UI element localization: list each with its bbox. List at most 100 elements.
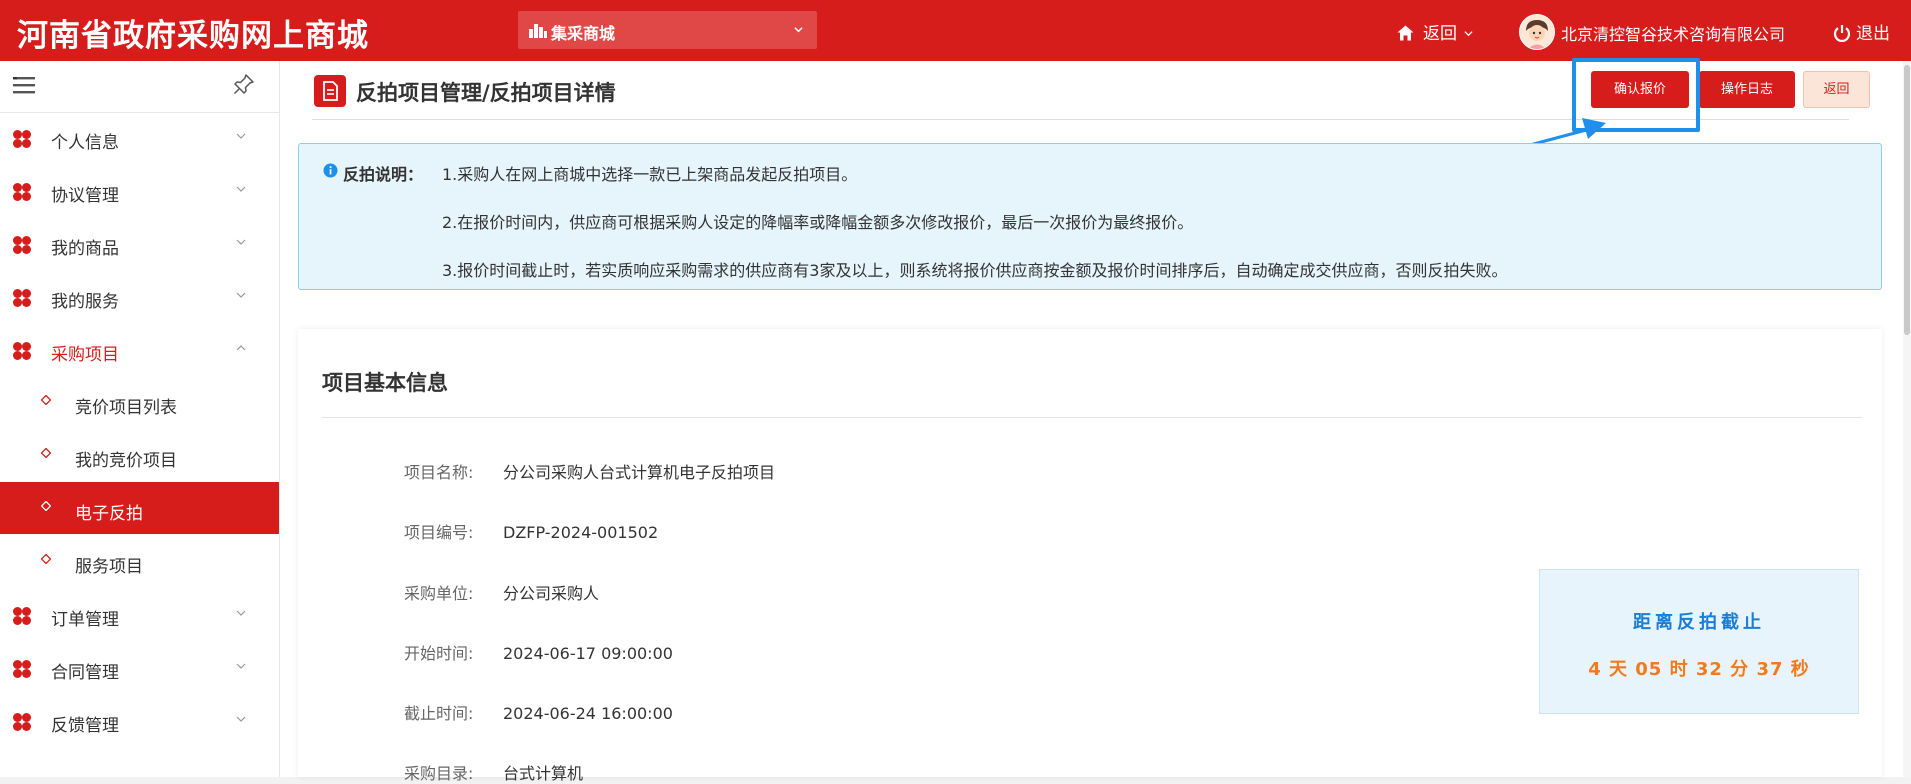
sidebar-item-feedback[interactable]: 反馈管理 <box>0 694 279 746</box>
title-divider <box>312 119 1849 120</box>
reverse-auction-notice: 反拍说明： 1.采购人在网上商城中选择一款已上架商品发起反拍项目。 2.在报价时… <box>298 143 1882 290</box>
diamond-icon <box>41 554 51 564</box>
info-icon <box>323 163 338 178</box>
section-title: 项目基本信息 <box>322 371 448 395</box>
notice-line: 2.在报价时间内，供应商可根据采购人设定的降幅率或降幅金额多次修改报价，最后一次… <box>442 213 1194 232</box>
chevron-down-icon <box>236 716 246 722</box>
sidebar-subitem-label: 竞价项目列表 <box>75 398 177 418</box>
sidebar-subitem-label: 电子反拍 <box>75 504 143 524</box>
field-label: 开始时间: <box>404 644 474 663</box>
chevron-down-icon <box>236 663 246 669</box>
field-start-time: 开始时间: 2024-06-17 09:00:00 <box>404 640 673 664</box>
countdown-title: 距离反拍截止 <box>1633 612 1765 633</box>
field-value: 2024-06-24 16:00:00 <box>503 704 673 723</box>
power-icon <box>1833 25 1851 42</box>
clover-icon <box>13 183 31 201</box>
notice-line: 3.报价时间截止时，若实质响应采购需求的供应商有3家及以上，则系统将报价供应商按… <box>442 261 1508 280</box>
countdown-time: 4 天 05 时 32 分 37 秒 <box>1588 659 1810 680</box>
sidebar-subitem-service-projects[interactable]: 服务项目 <box>0 535 279 587</box>
sidebar-item-procurement[interactable]: 采购项目 <box>0 323 279 375</box>
section-divider <box>322 417 1862 418</box>
logout-button[interactable]: 退出 <box>1833 19 1890 44</box>
field-purchaser: 采购单位: 分公司采购人 <box>404 580 599 604</box>
sidebar-subitem-reverse-auction[interactable]: 电子反拍 <box>0 482 279 534</box>
sidebar-item-label: 我的服务 <box>51 292 119 312</box>
clover-icon <box>13 236 31 254</box>
field-label: 采购单位: <box>404 584 474 603</box>
sidebar: 个人信息 协议管理 我的商品 我的服务 采购项目 竞价项目列表 我的竞价项目 电… <box>0 61 280 777</box>
notice-line: 1.采购人在网上商城中选择一款已上架商品发起反拍项目。 <box>442 165 858 184</box>
sidebar-item-orders[interactable]: 订单管理 <box>0 588 279 640</box>
pin-icon[interactable] <box>233 73 255 95</box>
notice-label: 反拍说明： <box>343 165 424 184</box>
chevron-down-icon <box>236 133 246 139</box>
chevron-down-icon <box>794 27 803 33</box>
avatar[interactable] <box>1519 14 1555 50</box>
sidebar-subitem-bid-list[interactable]: 竞价项目列表 <box>0 376 279 428</box>
field-value: 分公司采购人台式计算机电子反拍项目 <box>503 463 776 482</box>
sidebar-item-label: 合同管理 <box>51 663 119 683</box>
top-bar: 河南省政府采购网上商城 集采商城 返回 北京清控智谷技术咨询有限公司 退出 <box>0 0 1911 61</box>
logout-label: 退出 <box>1856 24 1890 44</box>
site-logo[interactable]: 河南省政府采购网上商城 <box>17 10 369 55</box>
clover-icon <box>13 289 31 307</box>
field-value: DZFP-2024-001502 <box>503 523 659 542</box>
chevron-down-icon <box>236 186 246 192</box>
sidebar-item-agreement[interactable]: 协议管理 <box>0 164 279 216</box>
clover-icon <box>13 130 31 148</box>
field-label: 项目编号: <box>404 523 474 542</box>
field-catalog: 采购目录: 台式计算机 <box>404 760 583 784</box>
field-label: 采购目录: <box>404 764 474 783</box>
top-back-label: 返回 <box>1423 24 1457 44</box>
field-value: 2024-06-17 09:00:00 <box>503 644 673 663</box>
clover-icon <box>13 713 31 731</box>
mall-select[interactable]: 集采商城 <box>518 11 817 49</box>
countdown-panel: 距离反拍截止 4 天 05 时 32 分 37 秒 <box>1539 569 1859 714</box>
mall-select-value: 集采商城 <box>551 24 616 43</box>
diamond-icon <box>41 395 51 405</box>
clover-icon <box>13 660 31 678</box>
sidebar-item-label: 反馈管理 <box>51 716 119 736</box>
operation-log-button[interactable]: 操作日志 <box>1699 71 1795 108</box>
menu-icon[interactable] <box>13 75 35 95</box>
sidebar-item-my-services[interactable]: 我的服务 <box>0 270 279 322</box>
back-button[interactable]: 返回 <box>1803 71 1870 108</box>
field-value: 分公司采购人 <box>503 584 600 603</box>
sidebar-toolbar <box>0 61 279 113</box>
chevron-up-icon <box>236 345 246 351</box>
sidebar-item-my-products[interactable]: 我的商品 <box>0 217 279 269</box>
avatar-image <box>1520 15 1554 49</box>
chevron-down-icon <box>236 610 246 616</box>
confirm-quote-button[interactable]: 确认报价 <box>1591 71 1689 108</box>
sidebar-subitem-label: 我的竞价项目 <box>75 451 177 471</box>
sidebar-item-label: 订单管理 <box>51 610 119 630</box>
scrollbar-thumb[interactable] <box>1904 65 1910 335</box>
sidebar-item-personal-info[interactable]: 个人信息 <box>0 111 279 163</box>
bar-chart-icon <box>529 24 547 38</box>
field-project-name: 项目名称: 分公司采购人台式计算机电子反拍项目 <box>404 459 775 483</box>
field-label: 截止时间: <box>404 704 474 723</box>
sidebar-subitem-label: 服务项目 <box>75 557 143 577</box>
chevron-down-icon <box>236 292 246 298</box>
sidebar-item-label: 协议管理 <box>51 186 119 206</box>
clover-icon <box>13 607 31 625</box>
field-label: 项目名称: <box>404 463 474 482</box>
field-project-number: 项目编号: DZFP-2024-001502 <box>404 519 658 543</box>
clover-icon <box>13 342 31 360</box>
sidebar-item-contracts[interactable]: 合同管理 <box>0 641 279 693</box>
document-icon <box>314 75 346 107</box>
home-icon <box>1397 25 1414 41</box>
field-value: 台式计算机 <box>503 764 584 783</box>
sidebar-item-label: 个人信息 <box>51 133 119 153</box>
sidebar-item-label: 采购项目 <box>51 345 119 365</box>
sidebar-subitem-my-bids[interactable]: 我的竞价项目 <box>0 429 279 481</box>
sidebar-item-label: 我的商品 <box>51 239 119 259</box>
page-title: 反拍项目管理/反拍项目详情 <box>356 81 616 105</box>
diamond-icon <box>41 448 51 458</box>
top-back-link[interactable]: 返回 <box>1397 19 1473 44</box>
diamond-icon <box>41 501 51 511</box>
main-content: 反拍项目管理/反拍项目详情 确认报价 操作日志 返回 反拍说明： 1.采购人在网… <box>280 58 1911 783</box>
chevron-down-icon <box>236 239 246 245</box>
company-name[interactable]: 北京清控智谷技术咨询有限公司 <box>1561 21 1785 45</box>
field-end-time: 截止时间: 2024-06-24 16:00:00 <box>404 700 673 724</box>
